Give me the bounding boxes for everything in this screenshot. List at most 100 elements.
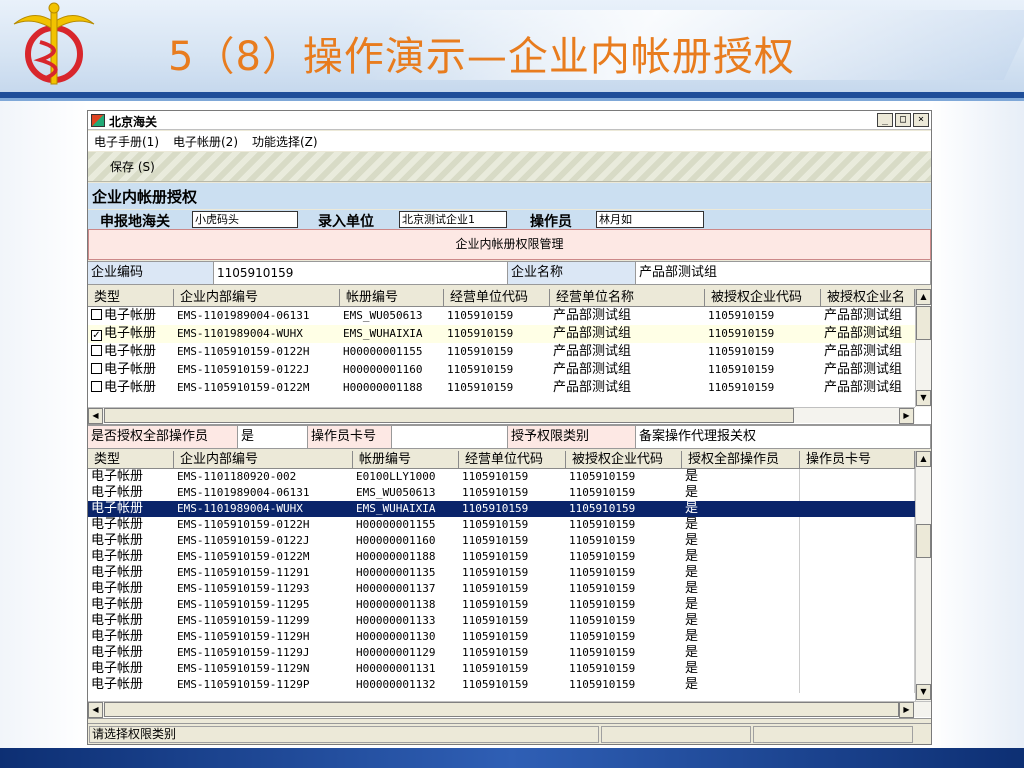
table-row[interactable]: 电子帐册 EMS-1105910159-0122H H00000001155 1105…	[88, 517, 915, 533]
scroll-right-icon[interactable]: ▶	[899, 408, 914, 424]
grid1-col-internal-no[interactable]: 企业内部编号	[174, 289, 340, 307]
table-row[interactable]: 电子帐册 EMS-1101989004-WUHX EMS_WUHAIXIA 11059…	[88, 501, 915, 517]
grid2-col-type[interactable]: 类型	[88, 451, 174, 469]
status-message: 请选择权限类别	[89, 726, 599, 743]
scroll-up-icon[interactable]: ▲	[916, 289, 931, 305]
cell-auth-code: 1105910159	[569, 470, 636, 483]
minimize-button[interactable]: _	[877, 113, 893, 127]
cell-type: 电子帐册	[88, 343, 174, 361]
window-title: 北京海关	[109, 115, 158, 129]
account-book-grid: 类型 企业内部编号 帐册编号 经营单位代码 经营单位名称 被授权企业代码 被授权…	[88, 289, 931, 425]
scroll-left-icon[interactable]: ◀	[88, 702, 103, 718]
checkbox-icon[interactable]	[91, 345, 102, 356]
table-row[interactable]: 电子帐册 EMS-1105910159-11293 H00000001137 1105…	[88, 581, 915, 597]
grid1-col-auth-code[interactable]: 被授权企业代码	[705, 289, 821, 307]
cell-internal-no: EMS-1101989004-06131	[177, 486, 310, 499]
table-row[interactable]: 电子帐册 EMS-1105910159-0122M H00000001188 1105…	[88, 549, 915, 565]
cell-op-code: 1105910159	[462, 630, 529, 643]
grid1-col-type[interactable]: 类型	[88, 289, 174, 307]
grid1-hscrollbar[interactable]: ◀ ▶	[88, 407, 915, 424]
table-row[interactable]: 电子帐册 EMS-1105910159-0122M H00000001188 1105…	[88, 379, 915, 397]
cell-op-name: 产品部测试组	[553, 344, 632, 359]
grid2-col-auth-code[interactable]: 被授权企业代码	[566, 451, 682, 469]
title-bar[interactable]: 北京海关 _ □ ×	[88, 111, 931, 130]
table-row[interactable]: ✓ 电子帐册 EMS-1101989004-WUHX EMS_WUHAIXIA 1105…	[88, 325, 915, 343]
cell-type: 电子帐册	[91, 645, 144, 660]
cell-op-code: 1105910159	[447, 309, 514, 322]
grid2-col-internal-no[interactable]: 企业内部编号	[174, 451, 353, 469]
table-row[interactable]: 电子帐册 EMS-1105910159-1129N H00000001131 1105…	[88, 661, 915, 677]
auth-all-label: 是否授权全部操作员	[88, 426, 238, 448]
cell-card	[800, 517, 915, 533]
checkbox-icon[interactable]	[91, 309, 102, 320]
table-row[interactable]: 电子帐册 EMS-1101989004-06131 EMS_WU050613 1105…	[88, 307, 915, 325]
scroll-thumb[interactable]	[916, 306, 931, 340]
cell-internal-no: EMS-1105910159-0122H	[177, 345, 310, 358]
cell-all: 是	[685, 501, 699, 516]
grid2-col-all-operators[interactable]: 授权全部操作员	[682, 451, 800, 469]
auth-all-field[interactable]: 是	[238, 426, 308, 448]
status-bar: 请选择权限类别	[88, 723, 931, 744]
operator-card-field[interactable]	[392, 426, 508, 448]
scroll-left-icon[interactable]: ◀	[88, 408, 103, 424]
table-row[interactable]: 电子帐册 EMS-1105910159-0122H H00000001155 1105…	[88, 343, 915, 361]
grid2-col-book-no[interactable]: 帐册编号	[353, 451, 459, 469]
menu-electronic-account[interactable]: 电子帐册(2)	[173, 133, 238, 150]
maximize-button[interactable]: □	[895, 113, 911, 127]
company-name-field[interactable]: 产品部测试组	[636, 262, 931, 284]
cell-op-code: 1105910159	[462, 550, 529, 563]
grid1-col-op-name[interactable]: 经营单位名称	[550, 289, 705, 307]
grid2-hscrollbar[interactable]: ◀ ▶	[88, 701, 931, 718]
operator-field[interactable]: 林月如	[596, 211, 704, 228]
cell-auth-code: 1105910159	[569, 630, 636, 643]
company-code-field[interactable]: 1105910159	[214, 262, 508, 284]
menu-function-select[interactable]: 功能选择(Z)	[252, 133, 318, 150]
entry-unit-field[interactable]: 北京测试企业1	[399, 211, 507, 228]
cell-type: 电子帐册	[91, 629, 144, 644]
hscroll-thumb[interactable]	[104, 702, 899, 717]
checkbox-icon[interactable]	[91, 363, 102, 374]
scroll-thumb[interactable]	[916, 524, 931, 558]
scroll-down-icon[interactable]: ▼	[916, 684, 931, 700]
table-row[interactable]: 电子帐册 EMS-1105910159-0122J H00000001160 1105…	[88, 361, 915, 379]
table-row[interactable]: 电子帐册 EMS-1105910159-11299 H00000001133 1105…	[88, 613, 915, 629]
table-row[interactable]: 电子帐册 EMS-1105910159-11291 H00000001135 1105…	[88, 565, 915, 581]
cell-auth-code: 1105910159	[569, 502, 636, 515]
scroll-up-icon[interactable]: ▲	[916, 451, 931, 467]
entry-unit-label: 录入单位	[318, 214, 374, 230]
table-row[interactable]: 电子帐册 EMS-1105910159-1129P H00000001132 1105…	[88, 677, 915, 693]
table-row[interactable]: 电子帐册 EMS-1105910159-1129H H00000001130 1105…	[88, 629, 915, 645]
table-row[interactable]: 电子帐册 EMS-1105910159-11295 H00000001138 1105…	[88, 597, 915, 613]
menu-electronic-handbook[interactable]: 电子手册(1)	[94, 133, 159, 150]
checkbox-icon[interactable]	[91, 381, 102, 392]
cell-auth-code: 1105910159	[708, 345, 775, 358]
slide-right-background	[932, 101, 1024, 748]
customs-field[interactable]: 小虎码头	[192, 211, 298, 228]
checkbox-checked-icon[interactable]: ✓	[91, 330, 102, 341]
cell-all: 是	[682, 645, 800, 661]
table-row[interactable]: 电子帐册 EMS-1101989004-06131 EMS_WU050613 1105…	[88, 485, 915, 501]
permission-type-field[interactable]: 备案操作代理报关权	[636, 426, 931, 448]
close-button[interactable]: ×	[913, 113, 929, 127]
grid1-col-book-no[interactable]: 帐册编号	[340, 289, 444, 307]
cell-op-code: 1105910159	[447, 363, 514, 376]
cell-op-code: 1105910159	[462, 486, 529, 499]
grid2-col-op-code[interactable]: 经营单位代码	[459, 451, 566, 469]
company-info-row: 企业编码 1105910159 企业名称 产品部测试组	[88, 261, 931, 285]
table-row[interactable]: 电子帐册 EMS-1105910159-0122J H00000001160 1105…	[88, 533, 915, 549]
table-row[interactable]: 电子帐册 EMS-1105910159-1129J H00000001129 1105…	[88, 645, 915, 661]
grid2-col-card-no[interactable]: 操作员卡号	[800, 451, 915, 469]
table-row[interactable]: 电子帐册 EMS-1101180920-002 E0100LLY1000 110591…	[88, 469, 915, 485]
scroll-right-icon[interactable]: ▶	[899, 702, 914, 718]
cell-all: 是	[682, 613, 800, 629]
cell-all: 是	[682, 565, 800, 581]
grid1-col-auth-name[interactable]: 被授权企业名	[821, 289, 915, 307]
save-button[interactable]: 保存 (S)	[110, 158, 155, 175]
grid2-vscrollbar[interactable]: ▲ ▼	[915, 451, 931, 701]
grid1-vscrollbar[interactable]: ▲ ▼	[915, 289, 931, 407]
hscroll-thumb[interactable]	[104, 408, 794, 423]
scroll-down-icon[interactable]: ▼	[916, 390, 931, 406]
cell-card	[800, 501, 915, 517]
grid1-col-op-code[interactable]: 经营单位代码	[444, 289, 550, 307]
cell-internal-no: EMS-1105910159-11295	[177, 598, 310, 611]
